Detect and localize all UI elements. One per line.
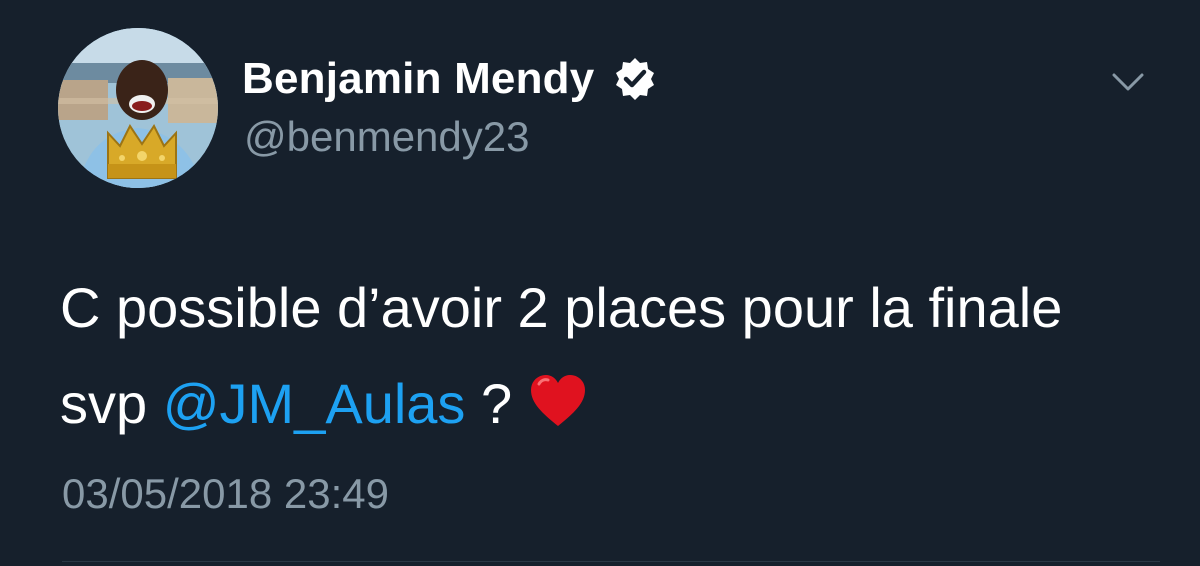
verified-badge-icon [616,58,654,100]
avatar[interactable] [58,28,218,188]
divider [62,561,1160,562]
user-handle[interactable]: @benmendy23 [244,113,530,161]
timestamp[interactable]: 03/05/2018 23:49 [62,470,389,518]
heart-icon [530,375,585,426]
display-name[interactable]: Benjamin Mendy [242,54,594,104]
chevron-down-icon[interactable] [1111,70,1145,94]
tweet-card: Benjamin Mendy @benmendy23 C possible d’… [0,0,1200,566]
tweet-text: C possible d’avoir 2 places pour la fina… [60,260,1160,452]
tweet-text-tail: ? [465,372,528,435]
mention-link[interactable]: @JM_Aulas [163,372,466,435]
